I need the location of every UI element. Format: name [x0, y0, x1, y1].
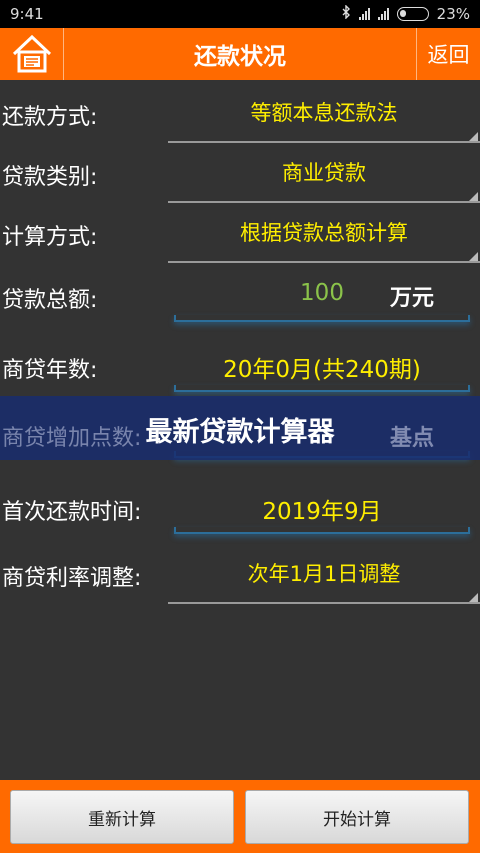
loan-type-spinner[interactable]: 商业贷款 — [168, 157, 480, 203]
page-title: 还款状况 — [194, 44, 286, 70]
loan-type-label: 贷款类别: — [2, 165, 98, 190]
rate-adjust-label: 商贷利率调整: — [2, 566, 142, 591]
bottom-bar: 重新计算 开始计算 — [0, 780, 480, 853]
top-bar: 还款状况 返回 — [0, 28, 480, 80]
signal-icon-2 — [377, 8, 389, 20]
calc-method-spinner[interactable]: 根据贷款总额计算 — [168, 217, 480, 263]
loan-years-input[interactable]: 20年0月(共240期) — [174, 350, 470, 392]
loan-years-value: 20年0月(共240期) — [223, 357, 421, 383]
first-payment-value: 2019年9月 — [262, 499, 382, 525]
battery-icon — [396, 7, 429, 21]
battery-percent: 23% — [436, 5, 470, 23]
rate-adjust-spinner[interactable]: 次年1月1日调整 — [168, 558, 480, 604]
calc-method-label: 计算方式: — [2, 225, 98, 250]
loan-years-label: 商贷年数: — [2, 358, 98, 383]
start-calculate-button[interactable]: 开始计算 — [245, 790, 469, 844]
back-button[interactable]: 返回 — [416, 28, 480, 80]
promo-banner: 最新贷款计算器 — [0, 396, 480, 460]
calc-method-value: 根据贷款总额计算 — [240, 221, 408, 245]
first-payment-input[interactable]: 2019年9月 — [174, 492, 470, 534]
recalculate-button[interactable]: 重新计算 — [10, 790, 234, 844]
rate-adjust-value: 次年1月1日调整 — [247, 562, 401, 586]
status-bar: 9:41 23% — [0, 0, 480, 28]
first-payment-label: 首次还款时间: — [2, 500, 142, 525]
loan-amount-unit: 万元 — [390, 286, 435, 311]
loan-type-value: 商业贷款 — [282, 161, 366, 185]
signal-icon — [358, 8, 370, 20]
bluetooth-icon — [342, 4, 351, 23]
status-time: 9:41 — [10, 5, 44, 23]
repayment-method-value: 等额本息还款法 — [250, 101, 398, 125]
repayment-method-spinner[interactable]: 等额本息还款法 — [168, 97, 480, 143]
banner-text: 最新贷款计算器 — [145, 417, 335, 448]
home-icon[interactable] — [0, 28, 64, 80]
repayment-method-label: 还款方式: — [2, 105, 98, 130]
loan-amount-label: 贷款总额: — [2, 288, 98, 313]
loan-amount-value: 100 — [300, 280, 344, 306]
